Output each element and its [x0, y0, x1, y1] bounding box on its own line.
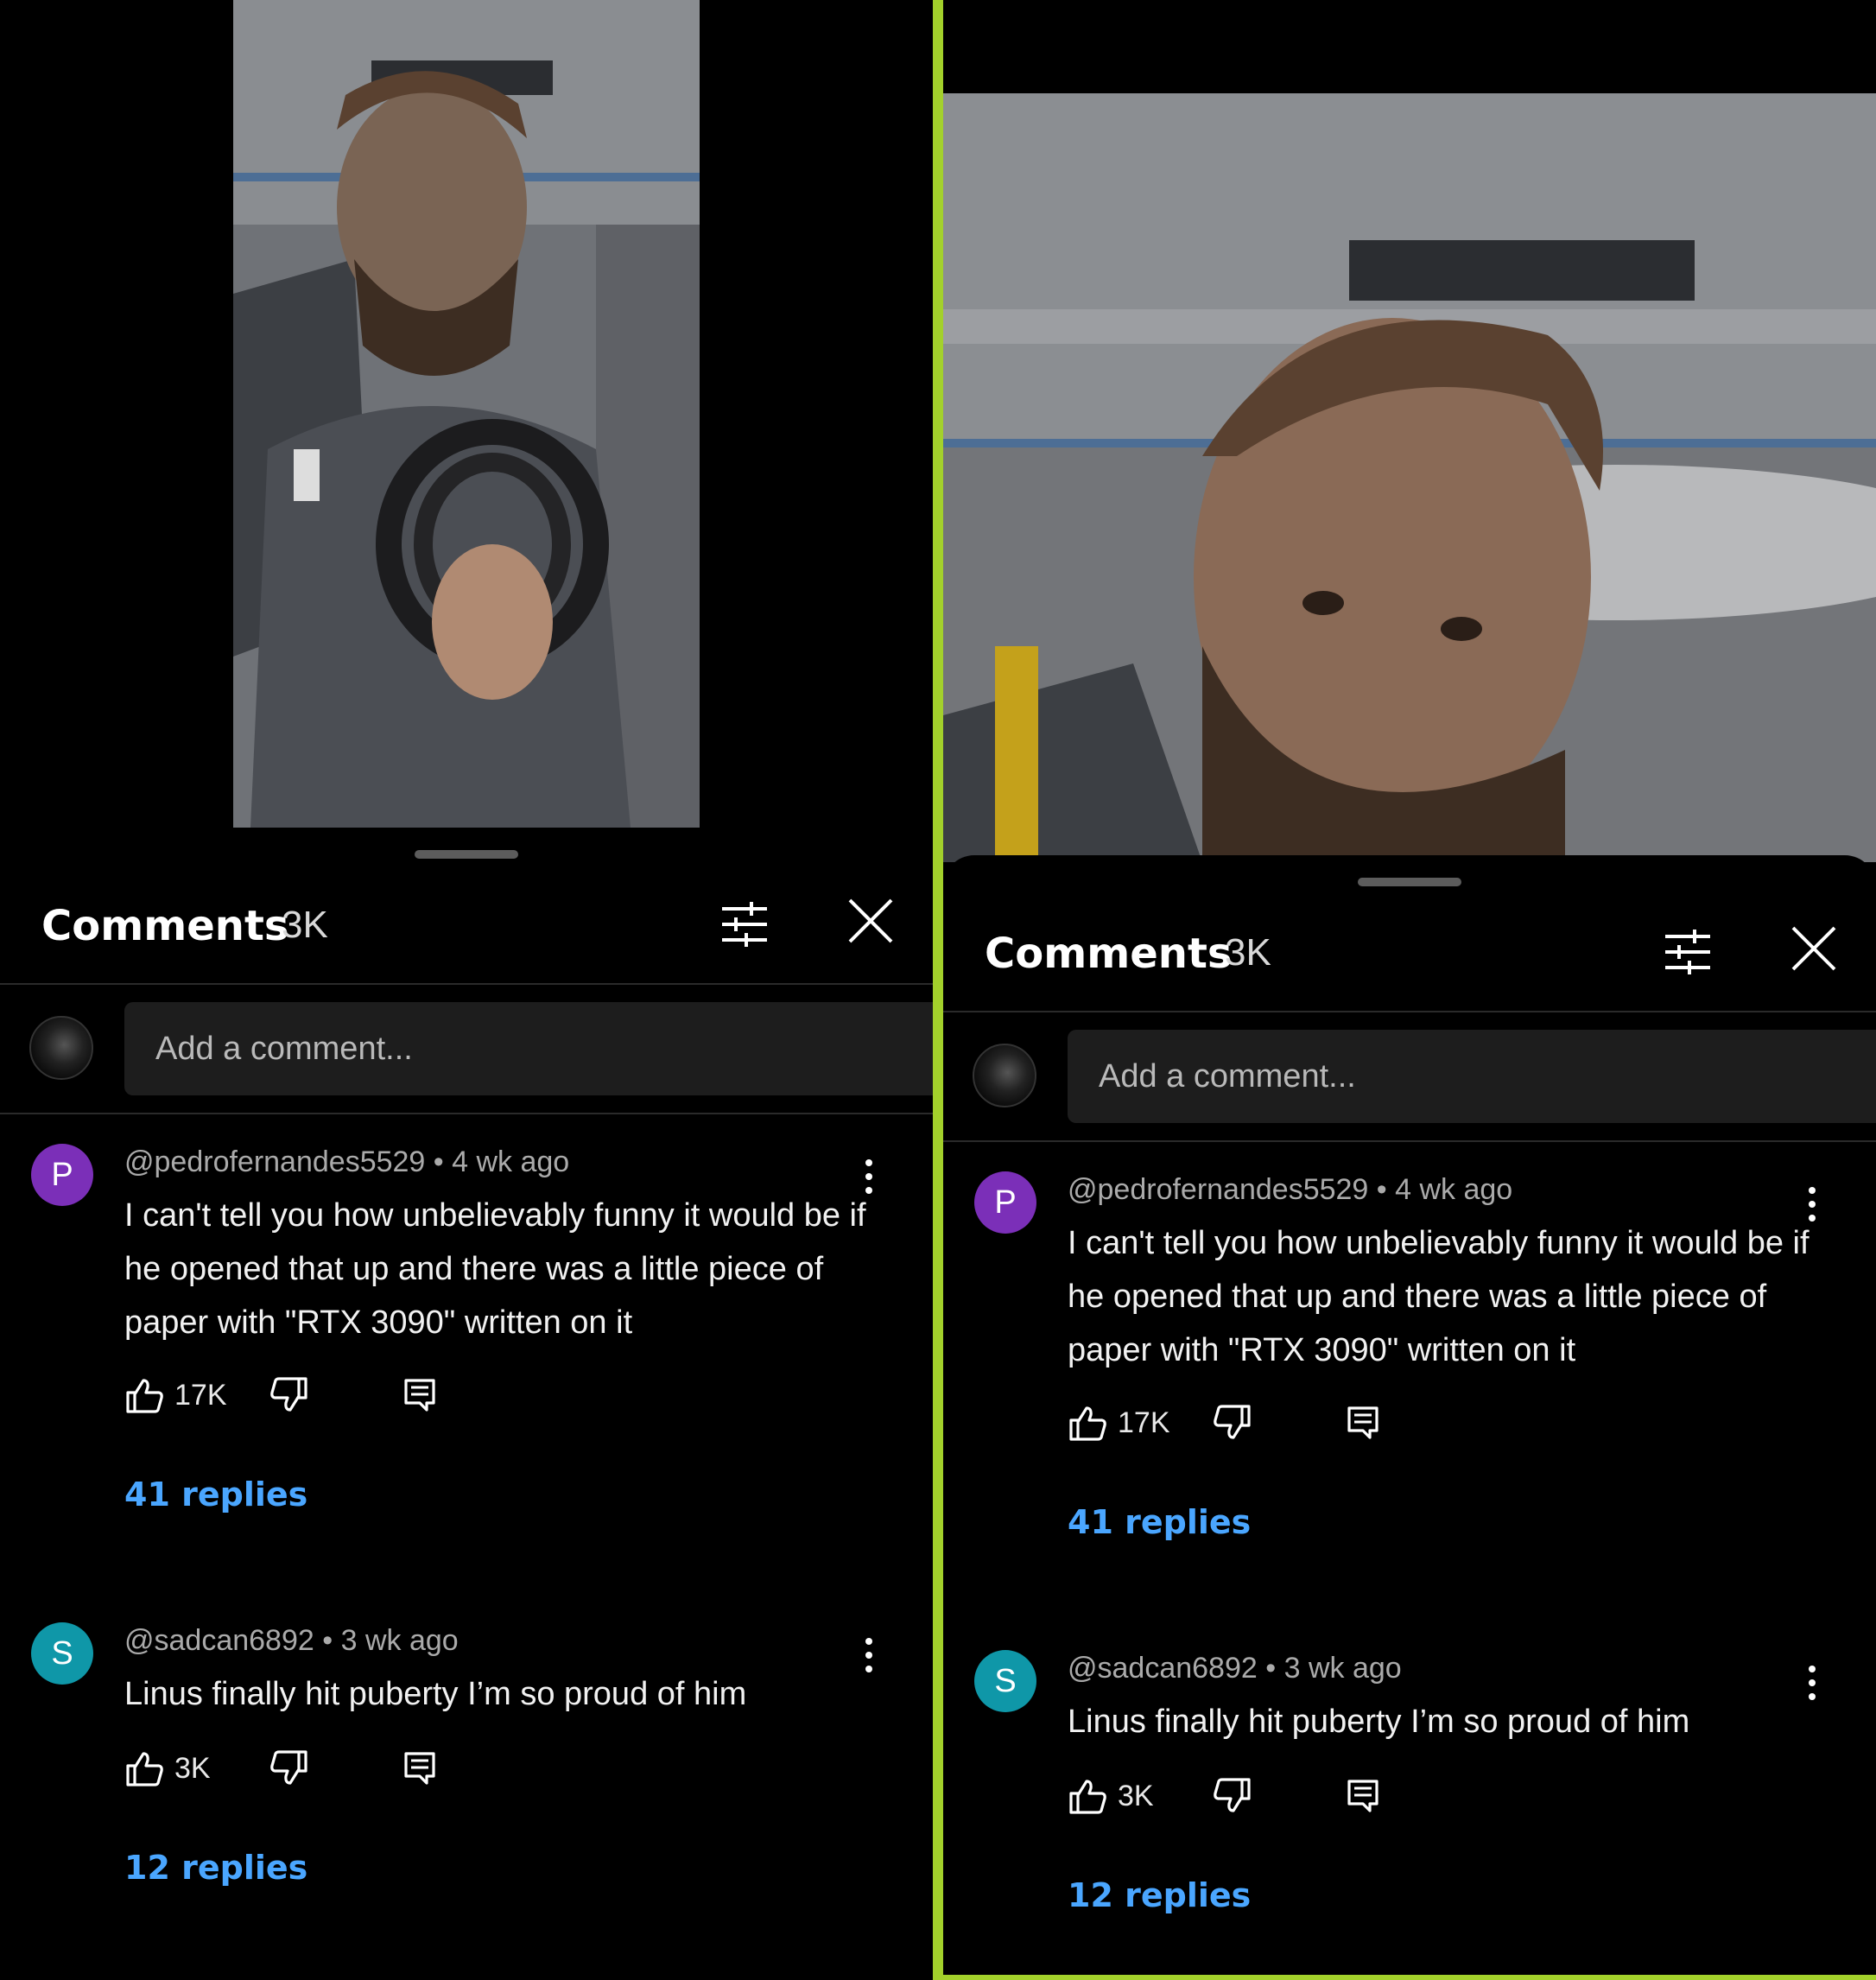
thumbs-up-icon: [1069, 1406, 1106, 1441]
more-vert-icon[interactable]: [1795, 1184, 1829, 1225]
video-frame: [233, 0, 700, 828]
thumbs-down-icon[interactable]: [1213, 1776, 1252, 1816]
comments-header: Comments 3K: [0, 890, 933, 985]
comments-header: Comments 3K: [943, 917, 1876, 1012]
screenshot-left: Comments 3K Add a comment... P @pedrofer…: [0, 0, 933, 1980]
video-player[interactable]: [233, 0, 700, 828]
screenshot-right: Comments 3K Add a comment... P @pedrofer…: [943, 0, 1876, 1980]
reply-icon[interactable]: [402, 1750, 437, 1786]
thumbs-down-icon[interactable]: [269, 1748, 309, 1788]
close-icon[interactable]: [845, 895, 897, 947]
avatar[interactable]: [973, 1044, 1036, 1107]
replies-link[interactable]: 12 replies: [124, 1849, 307, 1887]
comment-item: P @pedrofernandes5529 • 4 wk ago I can't…: [943, 1171, 1876, 1569]
commenter-avatar[interactable]: P: [31, 1144, 93, 1206]
thumbs-up-icon: [1069, 1780, 1106, 1814]
comment-composer: Add a comment...: [943, 1014, 1876, 1142]
comment-actions: 3K: [1068, 1773, 1586, 1818]
comment-text: I can't tell you how unbelievably funny …: [1068, 1225, 1809, 1368]
thumbs-up-icon: [126, 1379, 163, 1413]
more-vert-icon[interactable]: [852, 1156, 886, 1197]
comment-text: I can't tell you how unbelievably funny …: [124, 1197, 866, 1341]
commenter-avatar[interactable]: P: [974, 1171, 1036, 1234]
sliders-icon[interactable]: [717, 897, 772, 952]
replies-link[interactable]: 41 replies: [124, 1475, 307, 1514]
thumbs-up-icon: [126, 1752, 163, 1786]
comment-composer: Add a comment...: [0, 987, 933, 1114]
comment-input[interactable]: Add a comment...: [1068, 1030, 1876, 1123]
comment-meta[interactable]: @sadcan6892 • 3 wk ago: [1068, 1652, 1402, 1685]
comments-sheet: Comments 3K Add a comment... P @pedrofer…: [943, 855, 1876, 1975]
comment-meta[interactable]: @pedrofernandes5529 • 4 wk ago: [1068, 1173, 1512, 1207]
like-count: 17K: [174, 1379, 227, 1412]
comments-count: 3K: [1225, 931, 1271, 974]
reply-icon[interactable]: [402, 1377, 437, 1413]
commenter-avatar[interactable]: S: [31, 1622, 93, 1685]
comment-input[interactable]: Add a comment...: [124, 1002, 933, 1095]
comments-count: 3K: [282, 904, 328, 946]
video-frame: [943, 93, 1876, 862]
more-vert-icon[interactable]: [852, 1634, 886, 1676]
comment-text: Linus finally hit puberty I’m so proud o…: [1068, 1704, 1690, 1740]
like-count: 3K: [1118, 1780, 1154, 1812]
thumbs-down-icon[interactable]: [1213, 1403, 1252, 1443]
reply-icon[interactable]: [1346, 1405, 1380, 1441]
avatar[interactable]: [29, 1016, 93, 1080]
comments-title: Comments: [985, 930, 1233, 978]
comment-text: Linus finally hit puberty I’m so proud o…: [124, 1676, 747, 1712]
commenter-avatar[interactable]: S: [974, 1650, 1036, 1712]
comment-actions: 17K: [1068, 1399, 1586, 1444]
comment-meta[interactable]: @pedrofernandes5529 • 4 wk ago: [124, 1145, 569, 1179]
reply-icon[interactable]: [1346, 1778, 1380, 1814]
replies-link[interactable]: 12 replies: [1068, 1876, 1251, 1914]
video-player[interactable]: [943, 93, 1876, 862]
comments-title: Comments: [41, 902, 289, 950]
drag-handle[interactable]: [1358, 878, 1461, 886]
comment-actions: 3K: [124, 1745, 643, 1790]
like-count: 17K: [1118, 1406, 1170, 1439]
sliders-icon[interactable]: [1660, 924, 1715, 980]
comment-item: S @sadcan6892 • 3 wk ago Linus finally h…: [0, 1622, 933, 1968]
panel-divider: [933, 0, 943, 1980]
comments-sheet: Comments 3K Add a comment... P @pedrofer…: [0, 828, 933, 1980]
highlight-border: [943, 1975, 1876, 1980]
replies-link[interactable]: 41 replies: [1068, 1503, 1251, 1541]
drag-handle[interactable]: [415, 850, 518, 859]
comment-item: P @pedrofernandes5529 • 4 wk ago I can't…: [0, 1144, 933, 1541]
close-icon[interactable]: [1788, 923, 1840, 974]
more-vert-icon[interactable]: [1795, 1662, 1829, 1704]
comment-actions: 17K: [124, 1372, 643, 1417]
comment-meta[interactable]: @sadcan6892 • 3 wk ago: [124, 1624, 459, 1658]
thumbs-down-icon[interactable]: [269, 1375, 309, 1415]
comment-item: S @sadcan6892 • 3 wk ago Linus finally h…: [943, 1650, 1876, 1970]
like-count: 3K: [174, 1752, 211, 1785]
